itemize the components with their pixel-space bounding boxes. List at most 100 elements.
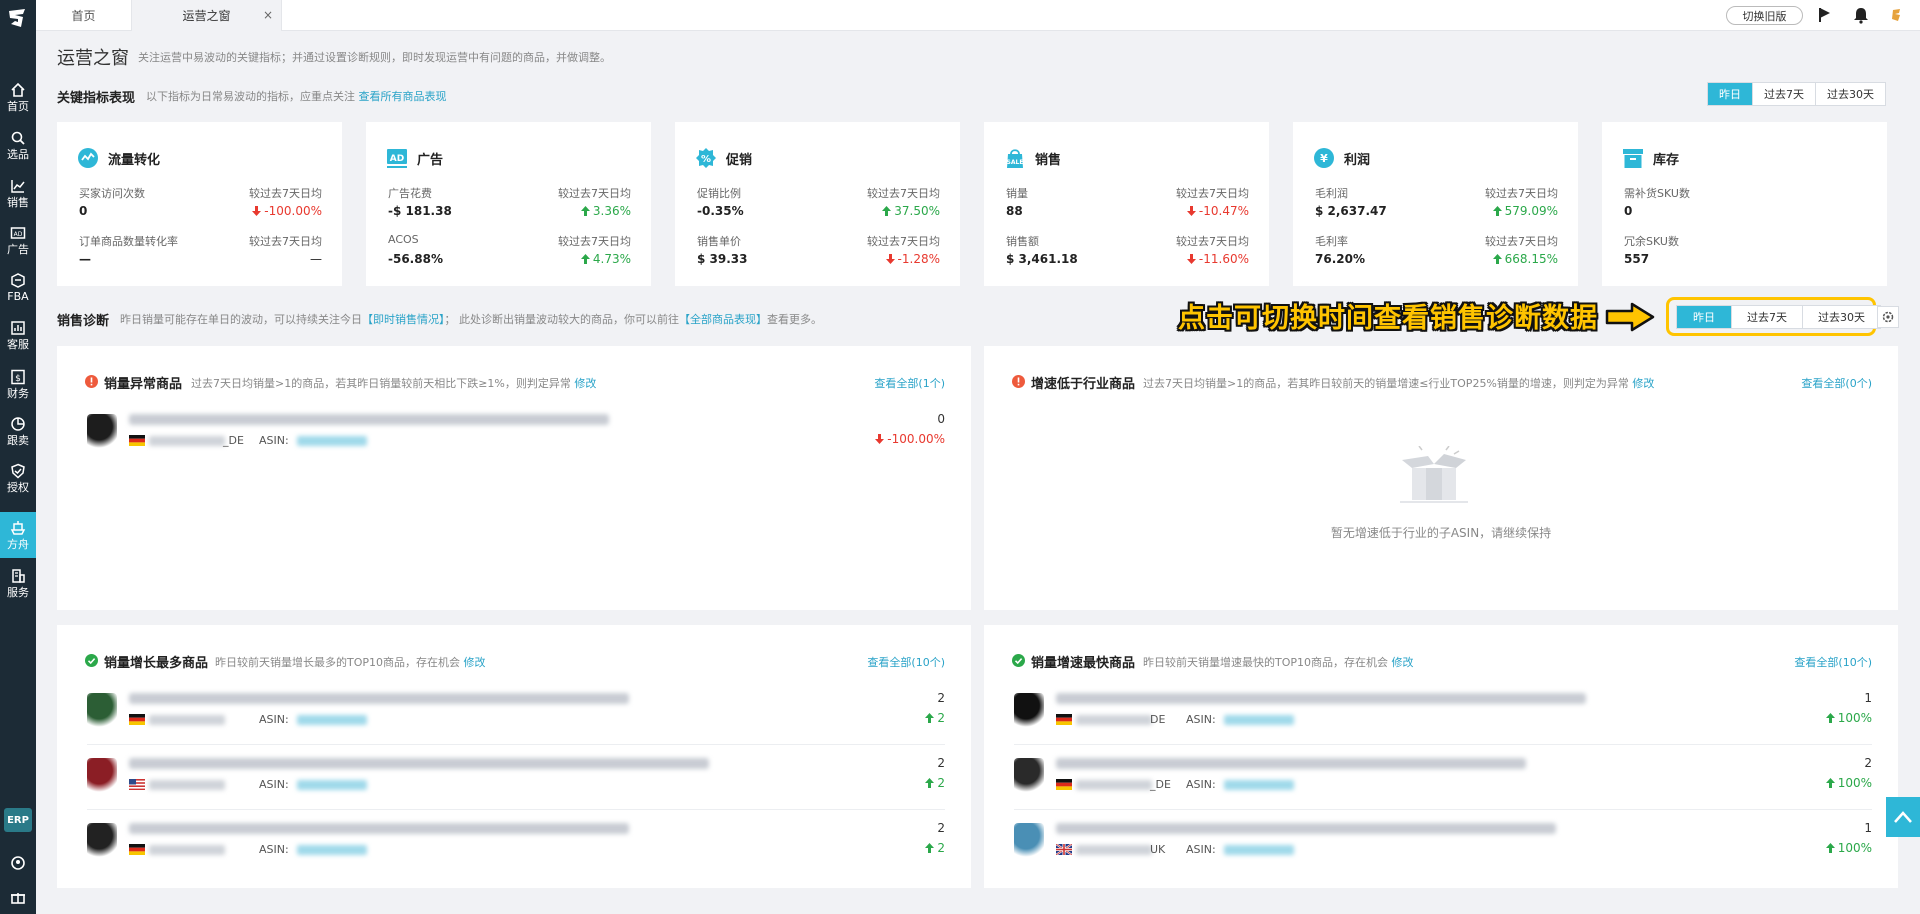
diagnosis-section-description: 昨日销量可能存在单日的波动，可以持续关注今日【即时销售情况】； 此处诊断出销量波… [120,313,822,326]
realtime-sales-link[interactable]: 【即时销售情况】 [362,313,445,326]
asin-label: ASIN: [259,713,289,726]
metric-label: 促销比例 [697,187,741,200]
avatar[interactable] [1888,6,1906,24]
view-all-link[interactable]: 查看全部(0个) [1801,375,1872,391]
view-all-products-link[interactable]: 查看所有商品表现 [359,90,447,103]
gift-icon[interactable] [10,889,26,905]
edit-rule-link[interactable]: 修改 [1632,377,1654,390]
kpi-card-title: 利润 [1344,153,1371,168]
metric-compare-label: 较过去7天日均 [249,235,322,248]
row-change: -100.00% [875,432,945,446]
arrow-up-icon [1825,713,1835,723]
sidebar-item-6[interactable]: $ 财务 [0,361,36,407]
asin-value-blurred[interactable] [1224,845,1294,855]
panel-description: 昨日较前天销量增长最多的TOP10商品，存在机会 修改 [215,656,486,669]
edit-rule-link[interactable]: 修改 [574,377,596,390]
logo[interactable] [0,0,36,36]
table-row[interactable]: UK ASIN: 1 100% [1014,817,1872,867]
flag-icon[interactable] [1816,6,1834,24]
view-all-link[interactable]: 查看全部(1个) [874,375,945,391]
asin-value-blurred[interactable] [1224,715,1294,725]
product-title-blurred [129,823,629,834]
sidebar-item-8[interactable]: 授权 [0,455,36,501]
tab-operations-window[interactable]: 运营之窗 × [132,0,282,31]
view-all-link[interactable]: 查看全部(10个) [1794,654,1872,670]
edit-rule-link[interactable]: 修改 [1392,656,1414,669]
metric-value: 0 [1624,204,1633,218]
sidebar-item-5[interactable]: 客服 [0,312,36,358]
shop-name-blurred [149,715,225,725]
sidebar-item-label: 客服 [7,337,29,351]
check-circle-icon [1012,654,1025,667]
asin-value-blurred[interactable] [297,436,367,446]
switch-old-version-button[interactable]: 切换旧版 [1726,6,1803,25]
sidebar-item-4[interactable]: FBA [0,264,36,310]
metric-value: -56.88% [388,252,443,266]
asin-label: ASIN: [1186,778,1216,791]
product-title-blurred [129,414,609,425]
sidebar-item-3[interactable]: AD 广告 [0,217,36,263]
all-product-performance-link[interactable]: 【全部商品表现】 [679,313,767,326]
kpi-card-title: 流量转化 [108,153,161,168]
settings-circle-icon[interactable] [10,855,26,871]
diagnosis-range-selector: 昨日 过去7天 过去30天 [1676,305,1881,329]
sidebar-item-label: FBA [7,289,29,303]
metric-change: -1.28% [885,252,940,266]
ad-badge-icon: AD [387,149,407,168]
product-title-blurred [1056,823,1556,834]
row-change: 100% [1825,711,1872,725]
flag-us-icon [129,779,145,790]
bell-icon[interactable] [1852,6,1870,24]
shop-name-blurred [149,780,225,790]
sidebar-item-2[interactable]: 销售 [0,170,36,216]
panel-description: 过去7天日均销量>1的商品，若其昨日较前天的销量增速≤行业TOP25%销量的增速… [1143,377,1655,390]
range-option-2[interactable]: 过去30天 [1803,306,1880,328]
metric-compare-label: 较过去7天日均 [249,187,322,200]
row-value: 1 [1864,691,1872,705]
metric-label: 需补货SKU数 [1624,187,1690,200]
arrow-right-icon [1605,302,1655,332]
asin-value-blurred[interactable] [297,780,367,790]
sidebar-item-7[interactable]: 跟卖 [0,408,36,454]
table-row[interactable]: ASIN: 2 2 [87,687,945,745]
shop-suffix: _DE [223,434,244,447]
metric-change: -10.47% [1186,204,1249,218]
asin-value-blurred[interactable] [1224,780,1294,790]
asin-value-blurred[interactable] [297,715,367,725]
sidebar-item-9[interactable]: 方舟 [0,512,36,558]
kpi-range-selector: 昨日 过去7天 过去30天 [1707,82,1886,106]
sidebar-item-0[interactable]: 首页 [0,74,36,120]
product-thumbnail [87,758,117,794]
erp-badge[interactable]: ERP [4,808,32,832]
range-option-0[interactable]: 昨日 [1708,83,1753,105]
inventory-box-icon [1623,149,1643,168]
tab-home[interactable]: 首页 [36,0,132,31]
panel-description: 过去7天日均销量>1的商品，若其昨日销量较前天相比下跌≥1%，则判定异常 修改 [191,377,597,390]
sidebar-item-label: 财务 [7,386,29,400]
sidebar-item-10[interactable]: 服务 [0,560,36,606]
diagnosis-settings-button[interactable] [1877,306,1899,328]
back-to-top-button[interactable] [1886,797,1920,837]
range-option-1[interactable]: 过去7天 [1732,306,1803,328]
metric-compare-label: 较过去7天日均 [1485,235,1558,248]
asin-value-blurred[interactable] [297,845,367,855]
table-row[interactable]: _DE ASIN: 2 100% [1014,752,1872,810]
table-row[interactable]: ASIN: 2 2 [87,817,945,867]
table-row[interactable]: ASIN: 2 2 [87,752,945,810]
table-row[interactable]: DE ASIN: 1 100% [1014,687,1872,745]
range-option-0[interactable]: 昨日 [1677,306,1732,328]
panel-title: 销量增长最多商品 [104,656,209,671]
panel-title: 销量增速最快商品 [1031,656,1136,671]
gear-icon [1882,311,1894,323]
asin-label: ASIN: [1186,713,1216,726]
sidebar-item-1[interactable]: 选品 [0,122,36,168]
diagnosis-panel-1: 增速低于行业商品 过去7天日均销量>1的商品，若其昨日较前天的销量增速≤行业TOP… [984,346,1898,610]
table-row[interactable]: _DE ASIN: 0 -100.00% [87,408,945,458]
product-thumbnail [1014,693,1044,729]
edit-rule-link[interactable]: 修改 [464,656,486,669]
kpi-card-4: ¥ 利润 毛利润 $ 2,637.47 较过去7天日均 579.09% 毛利率 76.20% 较… [1293,122,1578,286]
view-all-link[interactable]: 查看全部(10个) [867,654,945,670]
close-icon[interactable]: × [263,8,273,22]
range-option-1[interactable]: 过去7天 [1753,83,1816,105]
range-option-2[interactable]: 过去30天 [1816,83,1885,105]
